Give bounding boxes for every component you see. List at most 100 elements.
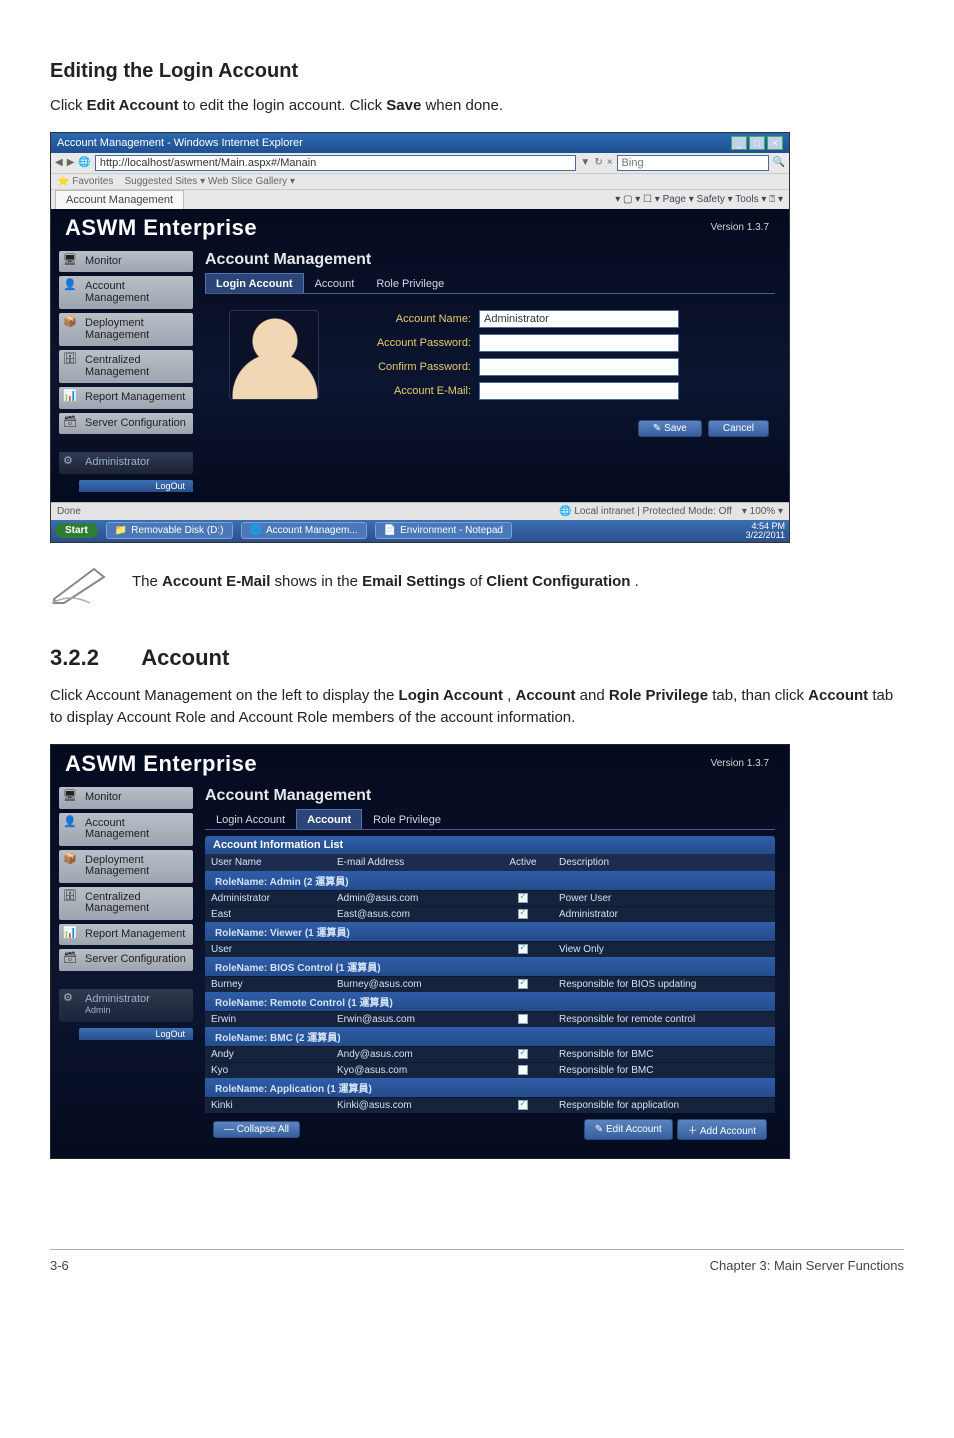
save-button[interactable]: Save [638,420,702,437]
maximize-icon[interactable]: □ [749,136,765,150]
url-input[interactable] [95,155,577,171]
sidebar-item-account[interactable]: 👤Account Management [59,813,193,846]
cell-desc: Power User [559,893,769,904]
col-user-name[interactable]: User Name [211,857,331,868]
logout-button[interactable]: LogOut [79,1028,193,1040]
sidebar-item-report[interactable]: 📊Report Management [59,387,193,409]
sidebar-2: 🖥Monitor 👤Account Management 📦Deployment… [51,781,193,1158]
sidebar-item-deployment[interactable]: 📦Deployment Management [59,850,193,883]
table-group-row[interactable]: RoleName: Application (1 運算員) [205,1078,775,1097]
cell-active[interactable] [493,909,553,920]
tab-login-account[interactable]: Login Account [205,809,296,829]
table-group-row[interactable]: RoleName: Viewer (1 運算員) [205,922,775,941]
tab-role-privilege[interactable]: Role Privilege [362,809,452,829]
sidebar-item-report[interactable]: 📊Report Management [59,924,193,946]
active-checkbox[interactable] [518,909,528,919]
col-active[interactable]: Active [493,857,553,868]
tab-role-privilege[interactable]: Role Privilege [365,273,455,293]
col-description[interactable]: Description [559,857,769,868]
search-input[interactable] [617,155,769,171]
sidebar-item-deployment[interactable]: 📦Deployment Management [59,313,193,346]
page-tools[interactable]: ▾ ▢ ▾ ☐ ▾ Page ▾ Safety ▾ Tools ▾ ⍰ ▾ [615,194,789,205]
active-checkbox[interactable] [518,1065,528,1075]
close-icon[interactable]: × [767,136,783,150]
taskbar-item-notepad[interactable]: 📄 Environment - Notepad [375,522,512,539]
sidebar-item-server[interactable]: 🗃Server Configuration [59,949,193,971]
table-row[interactable]: AndyAndy@asus.comResponsible for BMC [205,1046,775,1062]
minimize-icon[interactable]: _ [731,136,747,150]
tab-account[interactable]: Account [296,809,362,829]
add-account-button[interactable]: ＋ Add Account [677,1119,767,1140]
stop-icon[interactable]: × [607,157,613,168]
table-group-row[interactable]: RoleName: Admin (2 運算員) [205,871,775,890]
account-password-label: Account Password: [341,337,471,349]
table-row[interactable]: KyoKyo@asus.comResponsible for BMC [205,1062,775,1078]
sidebar-item-monitor[interactable]: 🖥Monitor [59,251,193,273]
table-row[interactable]: AdministratorAdmin@asus.comPower User [205,890,775,906]
table-group-row[interactable]: RoleName: Remote Control (1 運算員) [205,992,775,1011]
edit-account-button[interactable]: ✎ Edit Account [584,1119,673,1140]
collapse-all-button[interactable]: — Collapse All [213,1121,300,1138]
active-checkbox[interactable] [518,1100,528,1110]
start-button[interactable]: Start [55,523,98,538]
tab-login-account[interactable]: Login Account [205,273,304,293]
browser-tab[interactable]: Account Management [55,190,184,209]
table-group-row[interactable]: RoleName: BIOS Control (1 運算員) [205,957,775,976]
sidebar-item-centralized[interactable]: 🗄Centralized Management [59,350,193,383]
taskbar-item-browser[interactable]: 🌐 Account Managem... [241,522,367,539]
cell-active[interactable] [493,1100,553,1111]
app-version-2: Version 1.3.7 [711,758,775,769]
table-row[interactable]: UserView Only [205,941,775,957]
favorites-items[interactable]: Suggested Sites ▾ Web Slice Gallery ▾ [124,176,295,187]
server-icon: 🗃 [63,953,79,969]
table-row[interactable]: EastEast@asus.comAdministrator [205,906,775,922]
active-checkbox[interactable] [518,1014,528,1024]
col-email[interactable]: E-mail Address [337,857,487,868]
cancel-button[interactable]: Cancel [708,420,769,437]
cell-active[interactable] [493,944,553,955]
account-email-input[interactable] [479,382,679,400]
cell-active[interactable] [493,1049,553,1060]
table-row[interactable]: ErwinErwin@asus.comResponsible for remot… [205,1011,775,1027]
tab-account[interactable]: Account [304,273,366,293]
cell-active[interactable] [493,979,553,990]
sidebar-item-account[interactable]: 👤Account Management [59,276,193,309]
table-row[interactable]: BurneyBurney@asus.comResponsible for BIO… [205,976,775,992]
table-group-row[interactable]: RoleName: BMC (2 運算員) [205,1027,775,1046]
text: shows in the [275,573,363,590]
sidebar: 🖥Monitor 👤Account Management 📦Deployment… [51,245,193,502]
text: The [132,573,162,590]
active-checkbox[interactable] [518,1049,528,1059]
bold: Account [808,687,868,704]
table-head: User Name E-mail Address Active Descript… [205,854,775,871]
section-title: Account [141,645,229,670]
sidebar-item-server[interactable]: 🗃Server Configuration [59,413,193,435]
active-checkbox[interactable] [518,979,528,989]
text: Click [50,97,87,114]
cell-desc: Responsible for remote control [559,1014,769,1025]
forward-icon[interactable]: ▶ [67,157,75,168]
confirm-password-input[interactable] [479,358,679,376]
sidebar-item-admin[interactable]: ⚙ AdministratorAdmin [59,989,193,1022]
sidebar-item-admin[interactable]: ⚙Administrator [59,452,193,474]
taskbar-item-disk[interactable]: 📁 Removable Disk (D:) [106,522,233,539]
cell-active[interactable] [493,1065,553,1076]
account-password-input[interactable] [479,334,679,352]
back-icon[interactable]: ◀ [55,157,63,168]
refresh-icon[interactable]: ↻ [594,157,602,168]
status-zoom[interactable]: ▾ 100% ▾ [742,506,783,517]
cell-active[interactable] [493,1014,553,1025]
logout-button[interactable]: LogOut [79,480,193,492]
table-row[interactable]: KinkiKinki@asus.comResponsible for appli… [205,1097,775,1113]
confirm-password-label: Confirm Password: [341,361,471,373]
address-bar[interactable]: ◀ ▶ 🌐 ▼ ↻ × 🔍 [51,153,789,173]
active-checkbox[interactable] [518,893,528,903]
add-account-label: Add Account [700,1126,756,1137]
sidebar-item-monitor[interactable]: 🖥Monitor [59,787,193,809]
account-name-input[interactable] [479,310,679,328]
cell-active[interactable] [493,893,553,904]
sidebar-item-centralized[interactable]: 🗄Centralized Management [59,887,193,920]
tab-bar: Account Management ▾ ▢ ▾ ☐ ▾ Page ▾ Safe… [51,189,789,209]
search-icon[interactable]: 🔍 [773,157,785,168]
active-checkbox[interactable] [518,944,528,954]
